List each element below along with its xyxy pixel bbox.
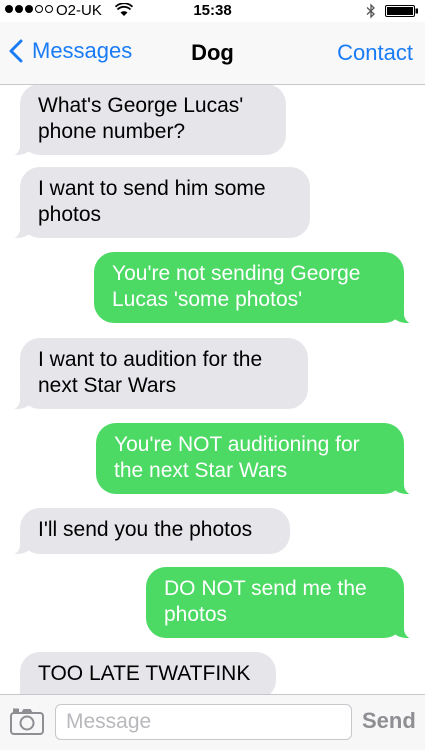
navigation-bar: Messages Dog Contact <box>0 22 425 85</box>
messages-screen: O2-UK 15:38 Messages Dog Contact What's … <box>0 0 425 750</box>
camera-icon[interactable] <box>10 707 44 735</box>
status-time: 15:38 <box>193 2 232 19</box>
battery-icon <box>385 5 418 17</box>
incoming-message[interactable]: I want to send him some photos <box>8 167 310 239</box>
outgoing-message[interactable]: You're NOT auditioning for the next Star… <box>96 423 416 495</box>
outgoing-message[interactable]: DO NOT send me the photos <box>146 567 416 639</box>
bluetooth-icon <box>366 3 375 19</box>
outgoing-message[interactable]: You're not sending George Lucas 'some ph… <box>94 252 416 324</box>
incoming-message[interactable]: TOO LATE TWATFINK <box>8 652 276 694</box>
message-input[interactable] <box>55 704 352 740</box>
incoming-message[interactable]: What's George Lucas' phone number? <box>8 85 286 156</box>
status-bar: O2-UK 15:38 <box>0 0 425 22</box>
message-composer: Send <box>0 694 425 750</box>
send-button[interactable]: Send <box>362 708 416 734</box>
conversation-thread: What's George Lucas' phone number? I wan… <box>0 85 425 694</box>
incoming-message[interactable]: I'll send you the photos <box>8 508 290 555</box>
incoming-message[interactable]: I want to audition for the next Star War… <box>8 338 308 410</box>
contact-button[interactable]: Contact <box>337 40 413 66</box>
